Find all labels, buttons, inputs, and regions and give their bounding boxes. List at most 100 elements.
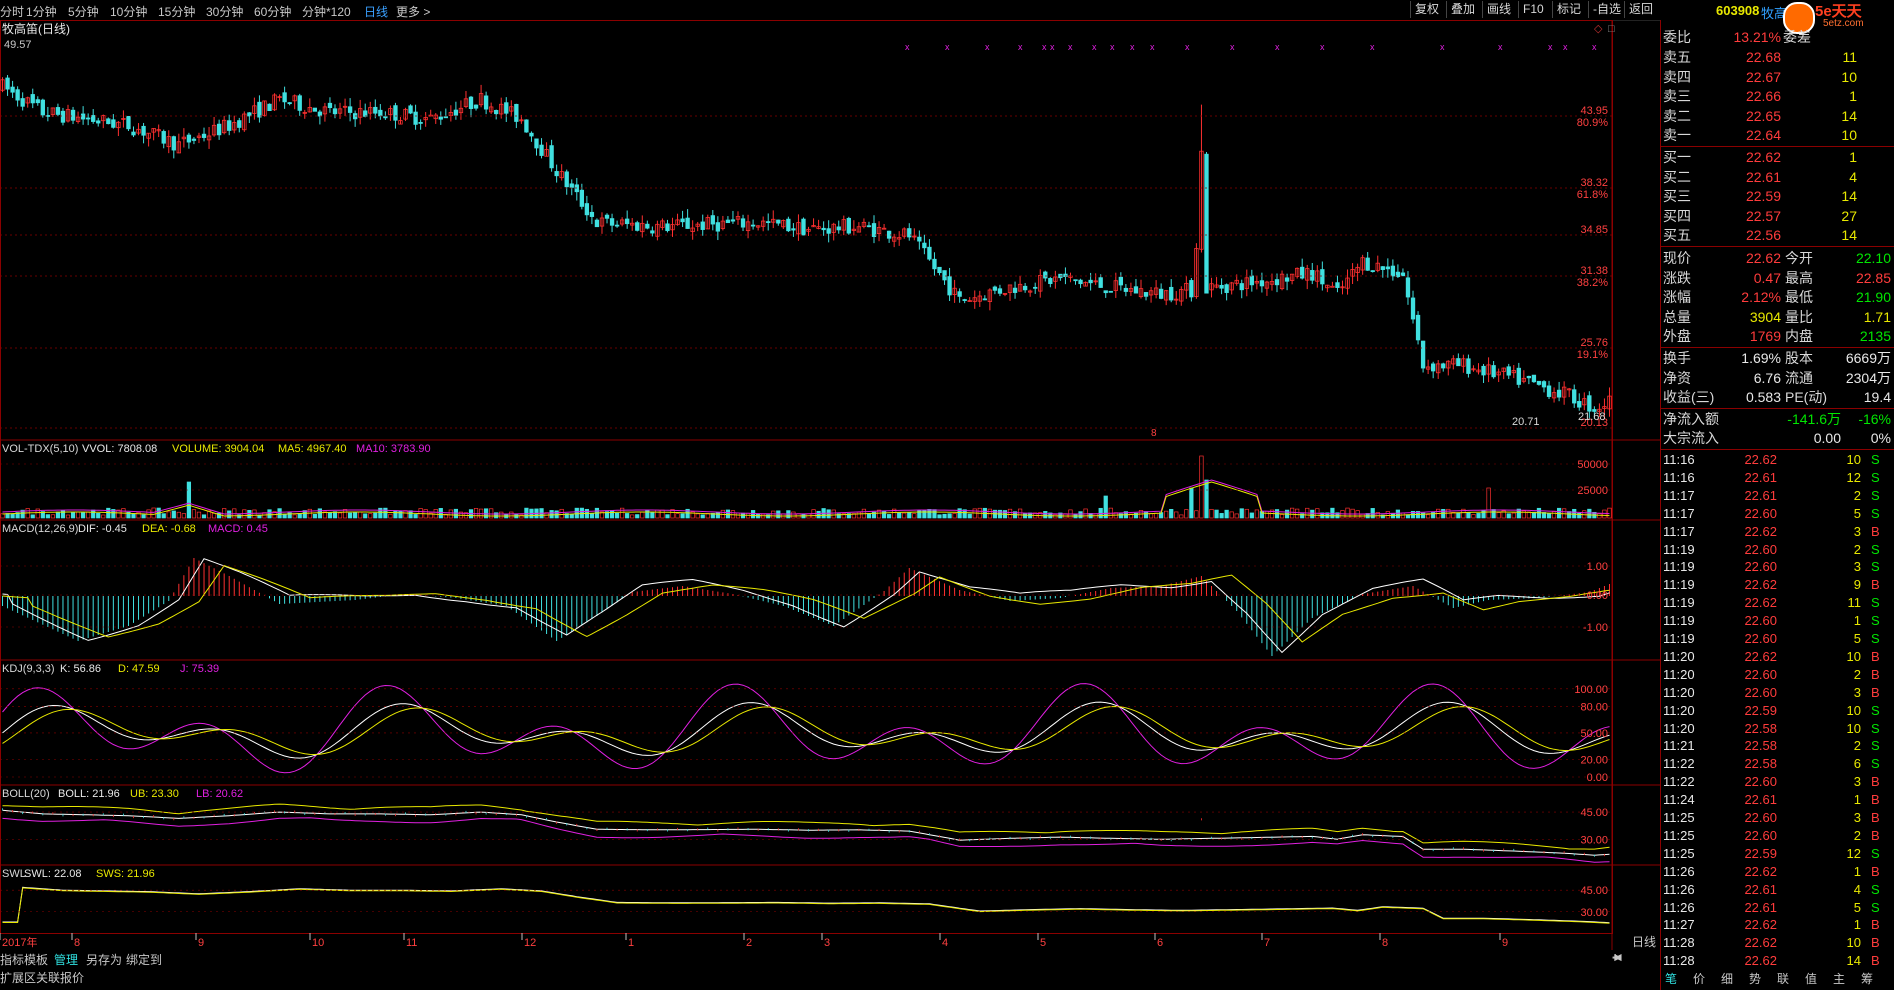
candle-body [1577,401,1582,408]
period-tab-3[interactable]: 10分钟 [110,3,147,20]
period-tab-5[interactable]: 30分钟 [206,3,243,20]
signal-markers: xxxxxxxxxxxxxxxxxxxxx [905,42,1597,52]
right-tab-4[interactable]: 联 [1777,970,1789,987]
candle-body [1048,278,1053,284]
bid-label: 买四 [1663,207,1691,224]
main-y-label: 34.85 [1580,224,1608,236]
toolbar-button-4[interactable]: 标记 [1552,1,1585,18]
right-tab-0[interactable]: 笔 [1665,970,1677,987]
toolbar-button-3[interactable]: F10 [1518,1,1548,18]
ask-label: 卖二 [1663,107,1691,124]
scroll-right-icon[interactable]: ► [1612,950,1624,964]
candle-body [1219,284,1224,289]
candle-body [645,223,650,229]
tick-price: 22.61 [1744,881,1777,897]
x-axis-label: 5 [1040,937,1046,949]
volume-bar [1597,513,1602,519]
bottom-tab-2[interactable]: 管理 [54,951,78,968]
toolbar-button-5[interactable]: -自选 [1588,1,1625,18]
bid-volume: 14 [1841,188,1857,204]
bottom-tab-4[interactable]: 绑定到 [126,951,162,968]
signal-marker: x [1320,42,1325,52]
candle-body [494,110,499,115]
candle-body [1456,358,1461,367]
candle-body [443,116,448,119]
boll-lb-line [2,817,1610,863]
bottom-tab-0[interactable]: 指标 [0,951,24,968]
candle-body [554,171,559,177]
main-fib-label: 80.9% [1577,117,1608,129]
tick-price: 22.62 [1744,648,1777,664]
candle-body [1466,358,1471,374]
period-toolbar: 分时 1分钟 5分钟 10分钟 15分钟 30分钟 60分钟 分钟*120 日线 更多 > 复权 叠加… [0,0,1894,21]
tick-row: 11:27 22.62 1 B [1661,916,1894,934]
candle-body [514,103,519,122]
toolbar-button-2[interactable]: 画线 [1482,1,1515,18]
period-tab-7[interactable]: 分钟*120 [302,3,351,20]
stat-label: 外盘 [1663,328,1691,344]
tick-row: 11:17 22.62 3 B [1661,523,1894,541]
period-tab-2[interactable]: 5分钟 [68,3,99,20]
period-tab-8[interactable]: 日线 [364,3,388,20]
stat-value2: 22.10 [1855,250,1891,266]
tick-row: 11:20 22.59 10 S [1661,702,1894,720]
weicha-label: 委差 [1783,29,1811,45]
tick-side: S [1871,595,1880,611]
period-tab-6[interactable]: 60分钟 [254,3,291,20]
main-y-label: 25.76 [1580,337,1608,349]
tick-volume: 1 [1853,863,1861,879]
bottom-tab-3[interactable]: 另存为 [86,951,122,968]
right-tab-2[interactable]: 细 [1721,970,1733,987]
toolbar-button-1[interactable]: 叠加 [1446,1,1479,18]
volume-bar [569,513,574,519]
stat2-value: 6.76 [1753,369,1781,386]
tick-side: B [1871,935,1880,951]
diamond-icon[interactable]: ◇ [1594,23,1603,35]
period-tab-0[interactable]: 分时 [0,3,24,20]
volume-bar [680,513,685,519]
candle-body [594,219,600,228]
volume-bar [30,514,35,519]
candle-body [604,214,610,219]
ticks-divider [1661,449,1894,450]
bottom-tab2-1[interactable]: 关联报价 [36,969,84,986]
x-axis-label: 2017年 [2,935,37,949]
toolbar-button-0[interactable]: 复权 [1410,1,1443,18]
volume-bar [947,513,952,519]
period-tab-9[interactable]: 更多 > [396,3,430,20]
chart-area[interactable]: x x x x x x x x x x x x x x x x x x x x x牧高笛(日线)49.5743.9580… [0,20,1660,950]
toolbar-button-6[interactable]: 返回 [1624,1,1657,18]
bottom-tab2-0[interactable]: 扩展区 [0,969,36,986]
right-tab-3[interactable]: 势 [1749,970,1761,987]
volume-bar [358,511,363,519]
vol-vvol: VVOL: 7808.08 [82,443,157,455]
resize-icon[interactable]: □ [1608,23,1615,35]
volume-bar [1249,512,1254,519]
volume-bar [897,512,902,519]
stock-code: 603908 [1716,3,1760,18]
volume-bar [1330,507,1335,519]
tick-price: 22.61 [1744,792,1777,808]
stat2-value2: 2304万 [1845,369,1891,386]
volume-bar [247,509,252,519]
period-tab-1[interactable]: 1分钟 [26,3,57,20]
period-tab-4[interactable]: 15分钟 [158,3,195,20]
bid-label: 买二 [1663,168,1691,185]
tick-time: 11:27 [1663,917,1695,933]
right-tab-6[interactable]: 主 [1833,970,1845,987]
right-tab-5[interactable]: 值 [1805,970,1817,987]
candle-body [1415,314,1421,341]
candle-body [962,299,967,301]
bottom-tab-1[interactable]: 模板 [24,951,48,968]
volume-bar [715,511,720,519]
right-tab-1[interactable]: 价 [1693,970,1705,987]
stats-divider [1661,246,1894,247]
candle-body [1133,286,1139,294]
volume-bar [1189,487,1194,519]
tick-side: S [1871,505,1880,521]
tick-price: 22.58 [1744,756,1777,772]
main-y-label: 31.38 [1580,265,1608,277]
candle-body [826,228,831,234]
volume-bar [10,513,15,519]
right-tab-7[interactable]: 筹 [1861,970,1873,987]
